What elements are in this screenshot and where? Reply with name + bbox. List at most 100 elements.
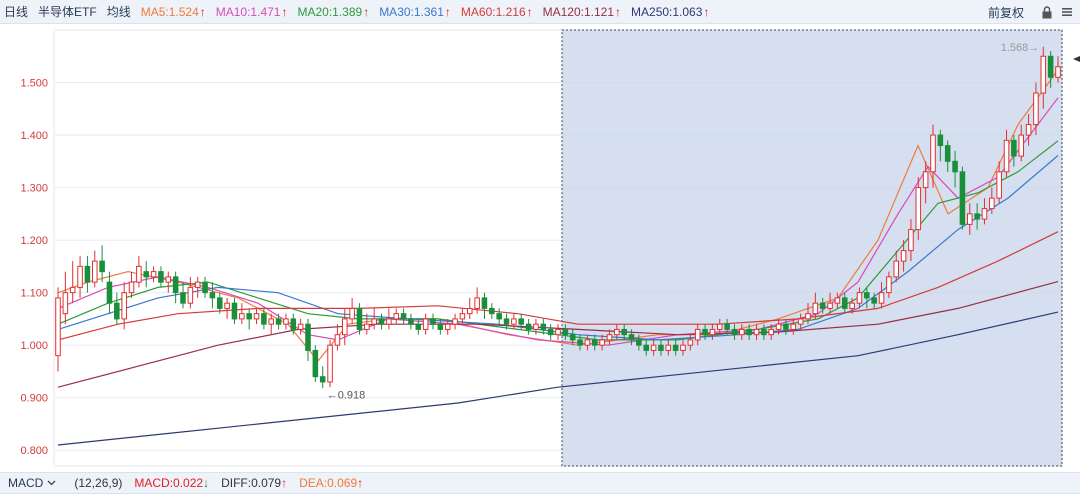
macd-value-label: MACD:0.022 xyxy=(134,476,204,490)
y-tick-label: 1.400 xyxy=(20,130,48,142)
candle xyxy=(128,271,135,298)
y-tick-label: 1.500 xyxy=(20,78,48,90)
low-price-label: ←0.918 xyxy=(327,389,366,401)
y-tick-label: 1.200 xyxy=(20,235,48,247)
candle xyxy=(84,255,91,293)
candle xyxy=(327,339,333,388)
arrow-up-icon: ↑ xyxy=(281,476,288,490)
candle xyxy=(261,308,267,330)
candle xyxy=(106,271,113,314)
arrow-up-icon: ↑ xyxy=(526,4,533,19)
candle xyxy=(349,297,355,325)
candle xyxy=(165,271,172,293)
candle xyxy=(253,308,260,325)
candle xyxy=(209,282,216,309)
menu-icon[interactable] xyxy=(1060,5,1074,19)
chart-toolbar: 日线 半导体ETF 均线 MA5:1.524↑ MA10:1.471↑ MA20:1… xyxy=(0,0,1080,24)
arrow-up-icon: ↑ xyxy=(199,4,206,19)
candle xyxy=(386,308,392,330)
candle xyxy=(489,303,495,319)
candle xyxy=(246,308,252,330)
candle xyxy=(297,318,304,335)
candle xyxy=(364,313,370,335)
high-price-label: 1.568→ xyxy=(1001,42,1040,54)
macd-values: MACD:0.022↓ DIFF:0.079↑ DEA:0.069 ↑ xyxy=(134,476,375,490)
arrow-down-icon: ↓ xyxy=(203,476,210,490)
candle xyxy=(547,324,554,340)
candle xyxy=(194,276,201,298)
candle xyxy=(555,324,561,340)
ma-legend-item[interactable]: MA10:1.471↑ xyxy=(216,5,288,19)
arrow-up-icon: ↑ xyxy=(703,4,710,19)
candle xyxy=(371,308,377,330)
candle xyxy=(408,313,414,330)
macd-value-label: DEA:0.069 xyxy=(299,476,358,490)
arrow-up-icon: ↑ xyxy=(281,4,288,19)
ma-legend-item[interactable]: MA5:1.524↑ xyxy=(141,5,206,19)
candle xyxy=(481,292,488,319)
chevron-down-icon xyxy=(47,480,56,486)
indicator-selector[interactable]: MACD xyxy=(8,476,56,490)
macd-value-label: DIFF:0.079 xyxy=(221,476,282,490)
macd-toolbar: MACD (12,26,9) MACD:0.022↓ DIFF:0.079↑ DEA… xyxy=(0,472,1080,494)
candle xyxy=(114,292,120,325)
ma-legend-label: MA120:1.121 xyxy=(542,4,615,19)
candle xyxy=(136,255,142,288)
ma-legend-label: MA60:1.216 xyxy=(460,4,526,19)
candle xyxy=(150,266,157,283)
cursor-marker-icon xyxy=(1073,56,1080,62)
indicator-name: MACD xyxy=(8,476,44,490)
candle xyxy=(224,297,230,319)
candle xyxy=(378,313,385,330)
candle xyxy=(319,366,326,389)
ma-legend-item[interactable]: MA250:1.063↑ xyxy=(631,5,709,19)
candle xyxy=(525,318,532,335)
ma-legend-item[interactable]: MA30:1.361↑ xyxy=(379,5,451,19)
arrow-up-icon: ↑ xyxy=(615,4,622,19)
adjust-selector[interactable]: 前复权 xyxy=(988,4,1024,21)
candle xyxy=(503,313,510,330)
y-tick-label: 0.800 xyxy=(20,445,48,457)
macd-params: (12,26,9) xyxy=(74,476,123,490)
candle xyxy=(91,250,98,288)
candle xyxy=(312,345,319,382)
range-selection[interactable] xyxy=(561,29,1063,467)
candle xyxy=(180,282,186,309)
candle xyxy=(172,271,179,304)
candle xyxy=(231,297,238,325)
candle xyxy=(77,255,83,298)
candle xyxy=(496,308,502,325)
candle xyxy=(158,266,164,288)
macd-value-item: DIFF:0.079↑ xyxy=(221,476,287,490)
ma-legend-item[interactable]: MA120:1.121↑ xyxy=(543,5,621,19)
macd-value-item: MACD:0.022↓ xyxy=(134,476,209,490)
toolbar-right: 前复权 xyxy=(988,0,1074,24)
ma-legend-label: MA30:1.361 xyxy=(379,4,444,19)
sub-chart-area xyxy=(0,494,1080,499)
y-tick-label: 1.100 xyxy=(20,288,48,300)
y-tick-label: 0.900 xyxy=(20,393,48,405)
lock-icon[interactable] xyxy=(1040,5,1054,19)
candle xyxy=(99,245,105,283)
candle xyxy=(400,308,407,325)
ma-legend-item[interactable]: MA60:1.216↑ xyxy=(461,5,533,19)
candle xyxy=(466,297,473,319)
ma-legend: MA5:1.524↑ MA10:1.471↑ MA20:1.389↑ MA30:1.3… xyxy=(141,5,720,19)
y-tick-label: 1.300 xyxy=(20,183,48,195)
candle xyxy=(452,313,458,330)
period-selector[interactable]: 日线 xyxy=(4,3,28,20)
indicator-mode[interactable]: 均线 xyxy=(107,3,131,20)
ma-legend-label: MA5:1.524 xyxy=(140,4,199,19)
candle xyxy=(62,271,69,325)
candle xyxy=(290,313,297,335)
candle xyxy=(430,313,436,330)
candle xyxy=(239,303,245,325)
kline-chart[interactable]: 1.500 1.400 1.300 1.200 1.100 1.000 0.900 0.800… xyxy=(0,24,1080,472)
ma-legend-label: MA20:1.389 xyxy=(297,4,363,19)
ma-legend-label: MA10:1.471 xyxy=(215,4,281,19)
ma-legend-item[interactable]: MA20:1.389↑ xyxy=(297,5,369,19)
arrow-up-icon: ↑ xyxy=(363,4,370,19)
candle xyxy=(305,318,311,361)
candle xyxy=(55,287,61,372)
candle xyxy=(187,276,194,309)
